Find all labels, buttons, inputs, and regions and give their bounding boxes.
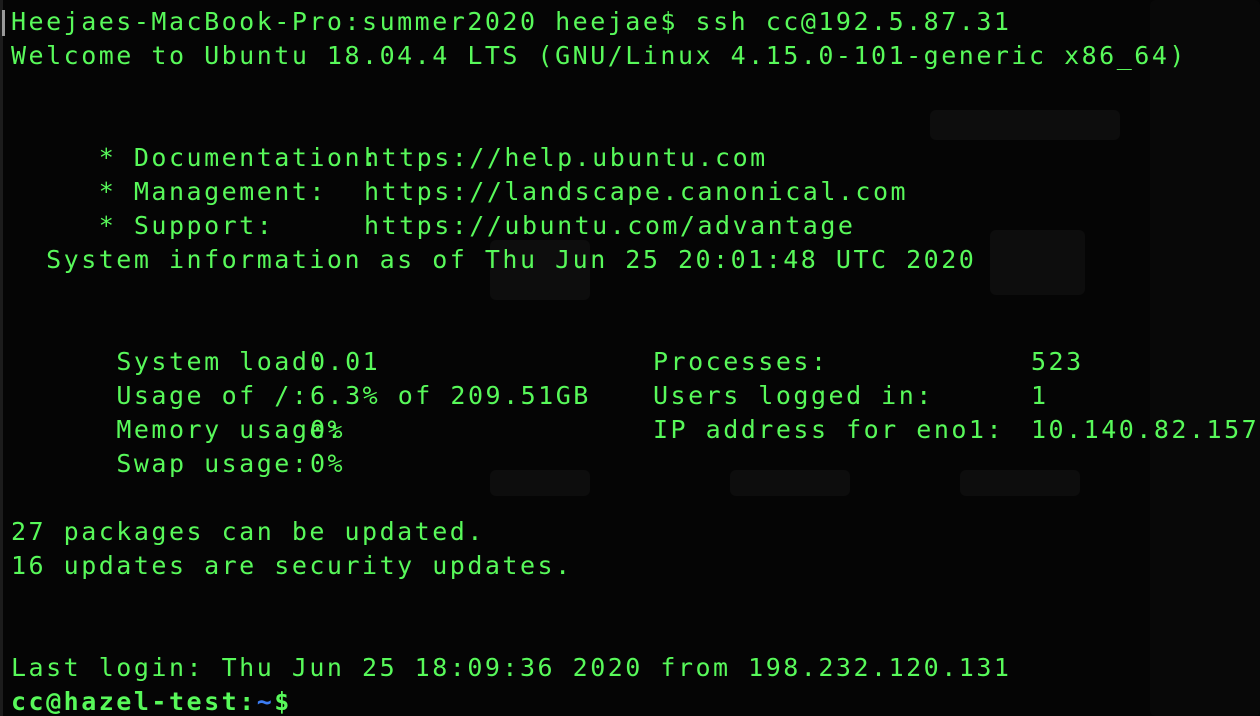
link-label: * Support: — [81, 211, 275, 240]
ssh-command: ssh cc@192.5.87.31 — [695, 7, 1012, 36]
stats-row: Swap usage: 0% — [11, 413, 1251, 515]
last-login: Last login: Thu Jun 25 18:09:36 2020 fro… — [11, 653, 1012, 682]
terminal-window[interactable]: Heejaes-MacBook-Pro:summer2020 heejae$ s… — [0, 0, 1260, 716]
stat-value: 0% — [310, 449, 346, 478]
prompt-separator: : — [239, 687, 257, 716]
sysinfo-header: System information as of Thu Jun 25 20:0… — [11, 245, 977, 274]
stat-label: Swap usage: — [81, 449, 310, 478]
line-marker — [2, 10, 5, 36]
welcome-message: Welcome to Ubuntu 18.04.4 LTS (GNU/Linux… — [11, 41, 1187, 70]
local-command-line: Heejaes-MacBook-Pro:summer2020 heejae$ s… — [11, 5, 1011, 39]
updates-security: 16 updates are security updates. — [11, 551, 573, 580]
updates-packages: 27 packages can be updated. — [11, 517, 485, 546]
prompt-path: ~ — [256, 687, 275, 716]
remote-prompt[interactable]: cc@hazel-test:~$ — [11, 685, 292, 716]
prompt-symbol: $ — [274, 687, 292, 716]
prompt-user-host: cc@hazel-test — [11, 687, 240, 716]
window-edge — [0, 0, 3, 716]
local-prompt: Heejaes-MacBook-Pro:summer2020 heejae$ — [11, 7, 678, 36]
link-url: https://ubuntu.com/advantage — [364, 211, 856, 240]
